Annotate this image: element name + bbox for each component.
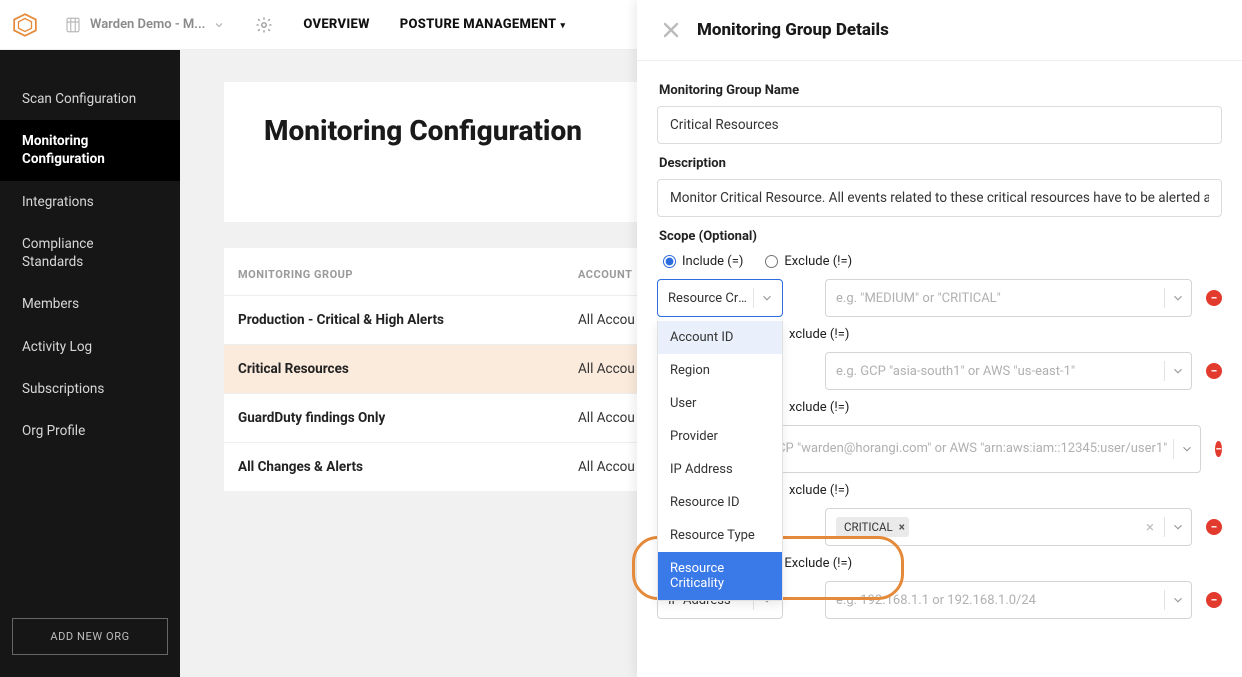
desc-input[interactable]	[657, 179, 1222, 217]
include-radio[interactable]: Include (=)	[663, 254, 743, 269]
dropdown-option[interactable]: Account ID	[658, 321, 782, 354]
sidebar-item-activity-log[interactable]: Activity Log	[0, 326, 180, 368]
chevron-down-icon	[760, 291, 774, 305]
app-logo[interactable]	[0, 0, 50, 50]
value-input[interactable]: CRITICAL × ×	[825, 508, 1192, 546]
value-input[interactable]: e.g. "MEDIUM" or "CRITICAL"	[825, 279, 1192, 317]
nav-posture[interactable]: POSTURE MANAGEMENT ▾	[400, 17, 566, 32]
chevron-down-icon	[1171, 364, 1185, 378]
desc-field-label: Description	[659, 156, 1220, 171]
top-nav: OVERVIEW POSTURE MANAGEMENT ▾	[303, 17, 565, 32]
chevron-down-icon	[1171, 291, 1185, 305]
chevron-down-icon	[213, 19, 225, 31]
tenant-name: Warden Demo - M...	[90, 17, 205, 32]
remove-row-button[interactable]: −	[1206, 592, 1222, 608]
sidebar-item-integrations[interactable]: Integrations	[0, 181, 180, 223]
field-select-label: Resource Cri...	[668, 291, 749, 306]
field-select[interactable]: Resource Cri... Account ID Region User P…	[657, 279, 783, 317]
dropdown-option[interactable]: User	[658, 387, 782, 420]
dropdown-option[interactable]: IP Address	[658, 453, 782, 486]
details-drawer: Monitoring Group Details Monitoring Grou…	[637, 0, 1242, 677]
logo-icon	[12, 12, 38, 38]
close-button[interactable]	[659, 18, 683, 42]
row-name: Critical Resources	[238, 361, 578, 377]
chip-remove-icon[interactable]: ×	[899, 520, 905, 534]
row-name: Production - Critical & High Alerts	[238, 312, 578, 328]
settings-button[interactable]	[255, 16, 273, 34]
value-placeholder: e.g. GCP "asia-south1" or AWS "us-east-1…	[836, 364, 1158, 379]
exclude-label: Exclude (!=)	[784, 556, 852, 571]
nav-posture-label: POSTURE MANAGEMENT	[400, 17, 557, 32]
include-label: Include (=)	[682, 254, 743, 269]
sidebar-list: Scan Configuration Monitoring Configurat…	[0, 50, 180, 596]
dropdown-option[interactable]: Resource ID	[658, 486, 782, 519]
col-header-group: MONITORING GROUP	[238, 268, 578, 281]
chevron-down-icon	[1171, 520, 1185, 534]
sidebar-item-org-profile[interactable]: Org Profile	[0, 410, 180, 452]
value-placeholder: e.g. GCP "warden@horangi.com" or AWS "ar…	[744, 441, 1167, 458]
value-input[interactable]: e.g. 192.168.1.1 or 192.168.1.0/24	[825, 581, 1192, 619]
sidebar-item-members[interactable]: Members	[0, 283, 180, 325]
exclude-label: Exclude (!=)	[784, 254, 852, 269]
name-input[interactable]	[657, 106, 1222, 144]
value-chip[interactable]: CRITICAL ×	[836, 517, 909, 537]
value-input[interactable]: e.g. GCP "asia-south1" or AWS "us-east-1…	[825, 352, 1192, 390]
exclude-radio[interactable]: Exclude (!=)	[765, 254, 852, 269]
dropdown-option[interactable]: Region	[658, 354, 782, 387]
sidebar-item-monitoring-config[interactable]: Monitoring Configuration	[0, 120, 180, 180]
remove-row-button[interactable]: −	[1206, 519, 1222, 535]
exclude-label-partial: xclude (!=)	[789, 400, 849, 415]
remove-row-button[interactable]: −	[1206, 290, 1222, 306]
row-name: All Changes & Alerts	[238, 459, 578, 475]
chip-label: CRITICAL	[844, 520, 893, 534]
remove-row-button[interactable]: −	[1206, 363, 1222, 379]
add-org-button[interactable]: ADD NEW ORG	[12, 618, 168, 655]
tenant-icon	[64, 16, 82, 34]
scope-label: Scope (Optional)	[659, 229, 1220, 244]
dropdown-option[interactable]: Provider	[658, 420, 782, 453]
field-dropdown: Account ID Region User Provider IP Addre…	[657, 321, 783, 601]
dropdown-option[interactable]: Resource Type	[658, 519, 782, 552]
chevron-down-icon	[1171, 593, 1185, 607]
remove-row-button[interactable]: −	[1215, 441, 1222, 457]
value-placeholder: e.g. 192.168.1.1 or 192.168.1.0/24	[836, 593, 1158, 608]
drawer-title: Monitoring Group Details	[697, 20, 889, 40]
tenant-selector[interactable]: Warden Demo - M...	[50, 16, 239, 34]
exclude-label-partial: xclude (!=)	[789, 483, 849, 498]
close-icon	[659, 18, 683, 42]
name-field-label: Monitoring Group Name	[659, 83, 1220, 98]
sidebar-item-subscriptions[interactable]: Subscriptions	[0, 368, 180, 410]
value-placeholder: e.g. "MEDIUM" or "CRITICAL"	[836, 291, 1158, 306]
caret-down-icon: ▾	[560, 21, 565, 31]
gear-icon	[255, 16, 273, 34]
value-input[interactable]: e.g. GCP "warden@horangi.com" or AWS "ar…	[733, 425, 1201, 473]
clear-icon[interactable]: ×	[1146, 518, 1158, 536]
chevron-down-icon	[1180, 442, 1194, 456]
nav-overview[interactable]: OVERVIEW	[303, 17, 369, 32]
row-name: GuardDuty findings Only	[238, 410, 578, 426]
dropdown-option[interactable]: Resource Criticality	[658, 552, 782, 600]
sidebar: Scan Configuration Monitoring Configurat…	[0, 50, 180, 677]
sidebar-item-compliance[interactable]: Compliance Standards	[0, 223, 180, 283]
exclude-label-partial: xclude (!=)	[789, 327, 849, 342]
sidebar-item-scan-config[interactable]: Scan Configuration	[0, 78, 180, 120]
